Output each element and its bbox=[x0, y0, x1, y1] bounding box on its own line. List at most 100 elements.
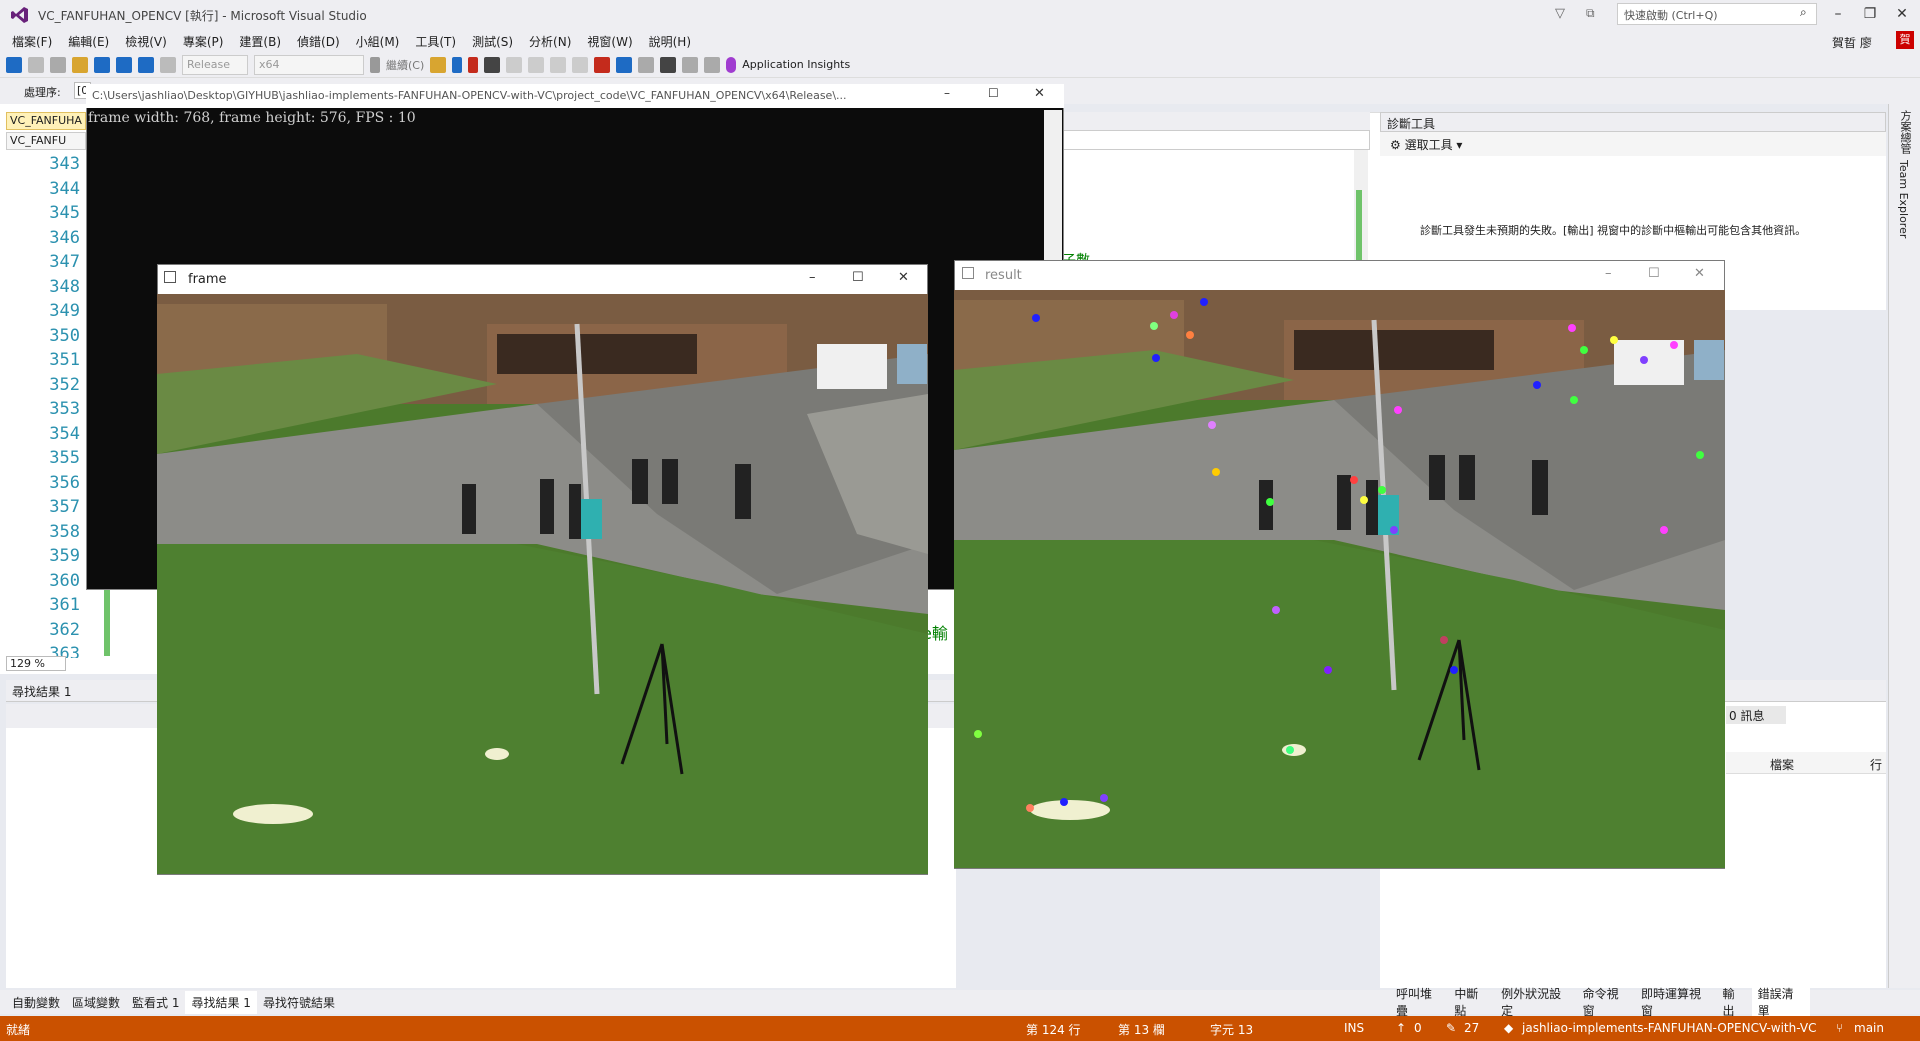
zoom-select[interactable]: 129 % bbox=[6, 656, 66, 671]
tab-locals[interactable]: 區域變數 bbox=[66, 991, 126, 1014]
team-explorer-tab[interactable]: Team Explorer bbox=[1897, 160, 1910, 238]
diagnostics-icon[interactable] bbox=[430, 56, 447, 73]
save-all-icon[interactable] bbox=[116, 56, 132, 73]
frame-image bbox=[157, 294, 928, 874]
editor-nav-combo[interactable]: VC_FANFU bbox=[6, 132, 86, 150]
menu-help[interactable]: 說明(H) bbox=[641, 33, 699, 50]
forward-icon[interactable] bbox=[28, 56, 44, 73]
pause-icon[interactable] bbox=[452, 56, 463, 73]
menu-debug[interactable]: 偵錯(D) bbox=[289, 33, 348, 50]
status-bar: 就緒 第 124 行 第 13 欄 字元 13 INS ↑ 0 ✎ 27 ◆ j… bbox=[0, 1016, 1920, 1041]
insights-button[interactable]: Application Insights bbox=[742, 58, 850, 71]
new-project-icon[interactable] bbox=[50, 56, 66, 73]
line-number: 344 bbox=[49, 179, 80, 199]
menu-view[interactable]: 檢視(V) bbox=[117, 33, 175, 50]
status-ins: INS bbox=[1344, 1021, 1365, 1035]
bookmark-prev-icon[interactable] bbox=[682, 56, 699, 73]
tab-watch[interactable]: 監看式 1 bbox=[126, 991, 185, 1014]
play-icon[interactable] bbox=[370, 56, 380, 73]
step-over-icon[interactable] bbox=[528, 56, 545, 73]
restart-icon[interactable] bbox=[484, 56, 501, 73]
tab-find-results[interactable]: 尋找結果 1 bbox=[185, 990, 257, 1014]
console-maximize-button[interactable]: ☐ bbox=[988, 86, 999, 100]
menu-test[interactable]: 測試(S) bbox=[464, 33, 521, 50]
menu-tools[interactable]: 工具(T) bbox=[407, 33, 464, 50]
platform-select[interactable]: x64 bbox=[254, 54, 364, 75]
messages-filter[interactable]: 0 訊息 bbox=[1726, 706, 1786, 724]
insights-icon[interactable] bbox=[726, 56, 737, 73]
tab-autos[interactable]: 自動變數 bbox=[6, 991, 66, 1014]
diagnostics-header: 診斷工具 bbox=[1380, 112, 1886, 132]
menu-window[interactable]: 視窗(W) bbox=[579, 33, 640, 50]
filter-icon[interactable]: ▽ bbox=[1555, 6, 1565, 21]
col-file[interactable]: 檔案 bbox=[1770, 756, 1794, 773]
hex-icon[interactable] bbox=[638, 56, 655, 73]
line-number: 346 bbox=[49, 228, 80, 248]
step-into-icon[interactable] bbox=[550, 56, 567, 73]
status-edits[interactable]: 27 bbox=[1464, 1021, 1479, 1035]
result-image bbox=[954, 290, 1725, 868]
line-number: 356 bbox=[49, 473, 80, 493]
frame-maximize-button[interactable]: ☐ bbox=[852, 270, 864, 285]
col-line[interactable]: 行 bbox=[1870, 756, 1882, 773]
status-branch[interactable]: main bbox=[1854, 1021, 1884, 1035]
frame-close-button[interactable]: ✕ bbox=[898, 270, 909, 285]
status-unpushed[interactable]: 0 bbox=[1414, 1021, 1422, 1035]
console-close-button[interactable]: ✕ bbox=[1034, 86, 1045, 101]
frame-minimize-button[interactable]: – bbox=[809, 270, 816, 285]
member-combo[interactable] bbox=[1060, 130, 1370, 150]
result-close-button[interactable]: ✕ bbox=[1694, 266, 1705, 281]
menu-build[interactable]: 建置(B) bbox=[231, 33, 289, 50]
pencil-icon[interactable]: ✎ bbox=[1446, 1021, 1456, 1035]
menu-team[interactable]: 小組(M) bbox=[348, 33, 408, 50]
console-output: frame width: 768, frame height: 576, FPS… bbox=[88, 110, 416, 126]
configuration-select[interactable]: Release bbox=[182, 54, 248, 75]
step-icon[interactable] bbox=[506, 56, 523, 73]
search-icon[interactable]: ⌕ bbox=[1800, 5, 1807, 20]
avatar[interactable]: 賀 bbox=[1896, 31, 1914, 49]
user-name[interactable]: 賀晢 廖 bbox=[1832, 34, 1872, 51]
arrow-up-icon[interactable]: ↑ bbox=[1396, 1021, 1406, 1035]
right-dock-strip: 方案總管 Team Explorer bbox=[1888, 104, 1920, 988]
diagnostics-message: 診斷工具發生未預期的失敗。[輸出] 視窗中的診斷中樞輸出可能包含其他資訊。 bbox=[1420, 224, 1807, 237]
continue-button[interactable]: 繼續(C) bbox=[386, 57, 424, 73]
quick-launch-input[interactable]: 快速啟動 (Ctrl+Q) bbox=[1617, 3, 1817, 25]
stop-icon[interactable] bbox=[468, 56, 479, 73]
back-icon[interactable] bbox=[6, 56, 22, 73]
step-out-icon[interactable] bbox=[572, 56, 589, 73]
menu-file[interactable]: 檔案(F) bbox=[4, 33, 60, 50]
result-minimize-button[interactable]: – bbox=[1605, 266, 1612, 281]
menu-edit[interactable]: 編輯(E) bbox=[60, 33, 117, 50]
process-label: 處理序: bbox=[24, 86, 61, 99]
save-icon[interactable] bbox=[94, 56, 110, 73]
tab-find-symbol-results[interactable]: 尋找符號結果 bbox=[257, 991, 341, 1014]
line-number: 349 bbox=[49, 301, 80, 321]
line-number: 358 bbox=[49, 522, 80, 542]
bookmark-icon[interactable] bbox=[660, 56, 677, 73]
branch-icon[interactable]: ⑂ bbox=[1836, 1021, 1843, 1035]
result-maximize-button[interactable]: ☐ bbox=[1648, 266, 1660, 281]
feedback-icon[interactable]: ⧉ bbox=[1586, 6, 1595, 21]
undo-icon[interactable] bbox=[138, 56, 154, 73]
line-number: 354 bbox=[49, 424, 80, 444]
editor-tab[interactable]: VC_FANFUHA bbox=[6, 112, 86, 130]
breakpoint-icon[interactable] bbox=[594, 56, 611, 73]
bookmark-next-icon[interactable] bbox=[704, 56, 721, 73]
thread-icon[interactable] bbox=[616, 56, 633, 73]
toolbar: Release x64 繼續(C) Application Insights bbox=[0, 52, 1920, 78]
gear-icon[interactable]: ⚙ bbox=[1390, 138, 1401, 152]
menu-analyze[interactable]: 分析(N) bbox=[521, 33, 579, 50]
repo-icon[interactable]: ◆ bbox=[1504, 1021, 1513, 1035]
status-repo[interactable]: jashliao-implements-FANFUHAN-OPENCV-with… bbox=[1522, 1021, 1816, 1035]
close-button[interactable]: ✕ bbox=[1884, 0, 1920, 28]
solution-explorer-tab[interactable]: 方案總管 bbox=[1897, 110, 1913, 154]
console-minimize-button[interactable]: – bbox=[944, 86, 950, 100]
minimize-button[interactable]: – bbox=[1820, 0, 1856, 28]
select-tools-button[interactable]: 選取工具 bbox=[1405, 138, 1453, 152]
restore-button[interactable]: ❐ bbox=[1852, 0, 1888, 28]
open-file-icon[interactable] bbox=[72, 56, 88, 73]
console-title: C:\Users\jashliao\Desktop\GIYHUB\jashlia… bbox=[86, 84, 1064, 108]
status-char: 字元 13 bbox=[1210, 1023, 1254, 1037]
menu-project[interactable]: 專案(P) bbox=[175, 33, 232, 50]
redo-icon[interactable] bbox=[160, 56, 176, 73]
